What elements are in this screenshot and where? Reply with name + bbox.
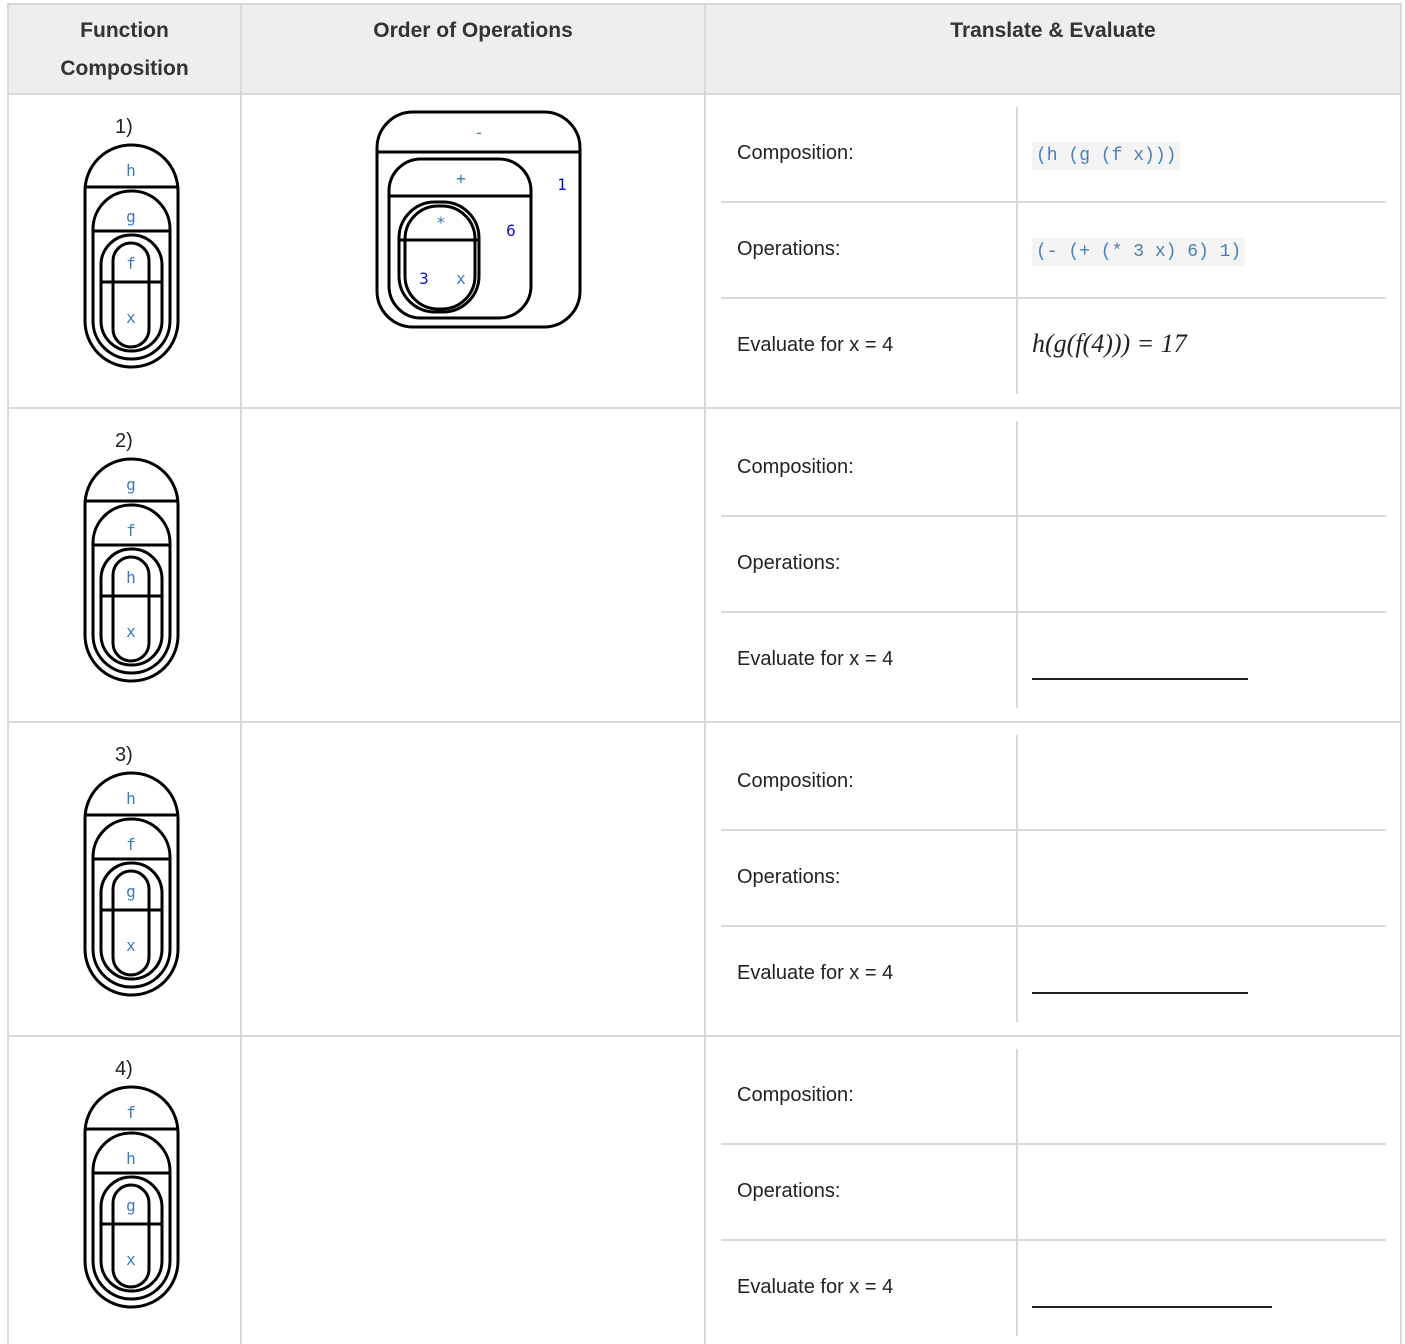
composition-circle-row3: h f g x — [83, 771, 180, 997]
label-evaluate-row2: Evaluate for x = 4 — [737, 648, 894, 670]
label-evaluate-row4: Evaluate for x = 4 — [737, 1276, 894, 1298]
inner-divider-row1 — [1016, 107, 1018, 394]
composition-circle-row1: h g f x — [83, 143, 180, 369]
row-number-3: 3) — [115, 744, 133, 766]
inner-hline-row3-a — [721, 829, 1386, 831]
inner-hline-row4-b — [721, 1239, 1386, 1241]
grid-row-divider-3 — [7, 1035, 1402, 1037]
header-col1-line2: Composition — [60, 57, 189, 80]
label-operations-row4: Operations: — [737, 1180, 841, 1202]
row-number-2: 2) — [115, 430, 133, 452]
label-operations-row1: Operations: — [737, 238, 841, 260]
circle-label-row3-outer: h — [126, 789, 136, 808]
inner-hline-row3-b — [721, 925, 1386, 927]
circle-label-row1-second: g — [126, 207, 136, 226]
inner-hline-row1-b — [721, 297, 1386, 299]
header-function-composition: Function Composition — [8, 12, 241, 88]
circle-label-row2-third: h — [126, 568, 136, 587]
label-evaluate-row3: Evaluate for x = 4 — [737, 962, 894, 984]
grid-right-border — [1400, 3, 1402, 1344]
operations-code-row1: (- (+ (* 3 x) 6) 1) — [1032, 238, 1246, 266]
answer-blank-row4[interactable] — [1032, 1306, 1272, 1308]
inner-hline-row4-a — [721, 1143, 1386, 1145]
inner-divider-row3 — [1016, 735, 1018, 1022]
composition-circle-row2: g f h x — [83, 457, 180, 683]
grid-row-divider-0 — [7, 93, 1402, 95]
grid-row-divider-2 — [7, 721, 1402, 723]
inner-divider-row2 — [1016, 421, 1018, 708]
oo-middle-op: + — [456, 169, 466, 188]
oo-inner-op: * — [436, 213, 446, 232]
circle-label-row1-third: f — [126, 254, 136, 273]
composition-code-row1: (h (g (f x))) — [1032, 142, 1181, 170]
circle-label-row1-outer: h — [126, 161, 136, 180]
label-evaluate-row1: Evaluate for x = 4 — [737, 334, 894, 356]
operations-code-text: (- (+ (* 3 x) 6) 1) — [1036, 242, 1242, 262]
grid-left-border — [7, 3, 9, 1344]
circle-label-row3-arg: x — [126, 936, 136, 955]
inner-hline-row1-a — [721, 201, 1386, 203]
circle-label-row4-third: g — [126, 1196, 136, 1215]
row-number-1: 1) — [115, 116, 133, 138]
label-composition-row1: Composition: — [737, 142, 854, 164]
answer-blank-row3[interactable] — [1032, 992, 1248, 994]
label-operations-row2: Operations: — [737, 552, 841, 574]
answer-blank-row2[interactable] — [1032, 678, 1248, 680]
grid-col-divider-2 — [704, 3, 706, 1344]
inner-divider-row4 — [1016, 1049, 1018, 1336]
grid-row-divider-1 — [7, 407, 1402, 409]
inner-hline-row2-a — [721, 515, 1386, 517]
grid-col-divider-1 — [240, 3, 242, 1344]
header-translate-evaluate: Translate & Evaluate — [950, 19, 1156, 42]
circle-label-row1-arg: x — [126, 308, 136, 327]
header-col1-line1: Function — [80, 19, 169, 42]
composition-code-text: (h (g (f x))) — [1036, 146, 1177, 166]
row-number-4: 4) — [115, 1058, 133, 1080]
circle-label-row3-third: g — [126, 882, 136, 901]
label-composition-row3: Composition: — [737, 770, 854, 792]
label-composition-row4: Composition: — [737, 1084, 854, 1106]
label-operations-row3: Operations: — [737, 866, 841, 888]
oo-outer-arg: 1 — [557, 175, 567, 194]
header-order-of-operations: Order of Operations — [373, 19, 573, 42]
circle-label-row3-second: f — [126, 835, 136, 854]
composition-circle-row4: f h g x — [83, 1085, 180, 1309]
inner-hline-row2-b — [721, 611, 1386, 613]
label-composition-row2: Composition: — [737, 456, 854, 478]
circle-label-row2-arg: x — [126, 622, 136, 641]
oo-inner-arg1: 3 — [419, 269, 429, 288]
circle-label-row4-second: h — [126, 1149, 136, 1168]
evaluate-result-row1: h(g(f(4))) = 17 — [1032, 329, 1187, 358]
oo-outer-op: - — [474, 123, 484, 142]
order-of-operations-circle: - 1 + 6 * 3 x — [375, 110, 582, 329]
circle-label-row2-second: f — [126, 521, 136, 540]
grid-top-border — [7, 3, 1402, 5]
circle-label-row4-arg: x — [126, 1250, 136, 1269]
circle-label-row2-outer: g — [126, 475, 136, 494]
oo-inner-arg2: x — [456, 269, 466, 288]
oo-middle-arg: 6 — [506, 221, 516, 240]
circle-label-row4-outer: f — [126, 1103, 136, 1122]
